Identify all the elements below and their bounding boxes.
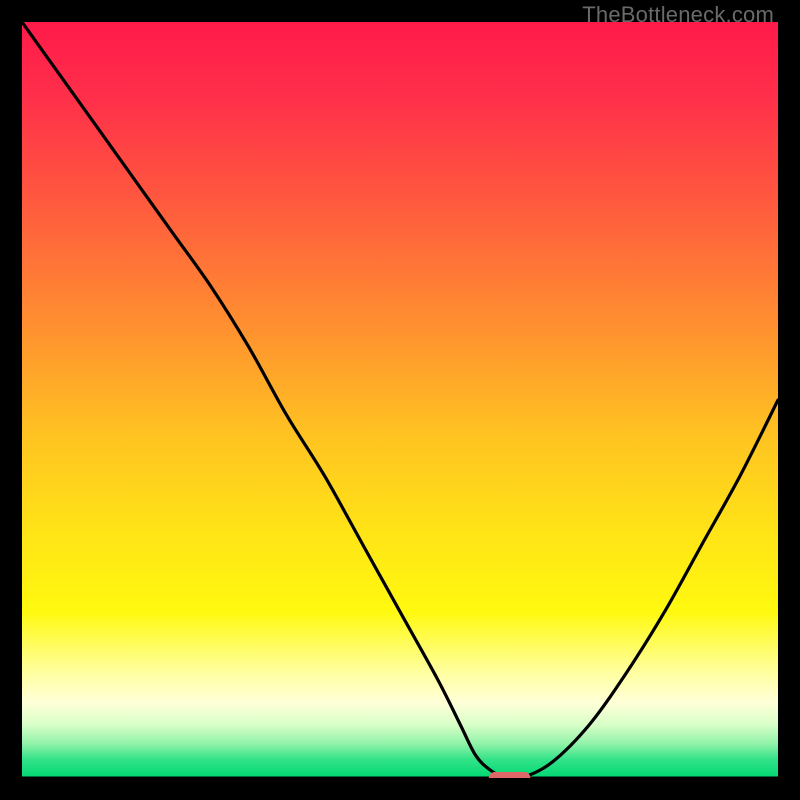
chart-frame: [22, 22, 778, 778]
bottleneck-chart: [22, 22, 778, 778]
watermark-text: TheBottleneck.com: [582, 2, 774, 28]
optimal-marker: [489, 772, 531, 778]
gradient-background: [22, 22, 778, 778]
